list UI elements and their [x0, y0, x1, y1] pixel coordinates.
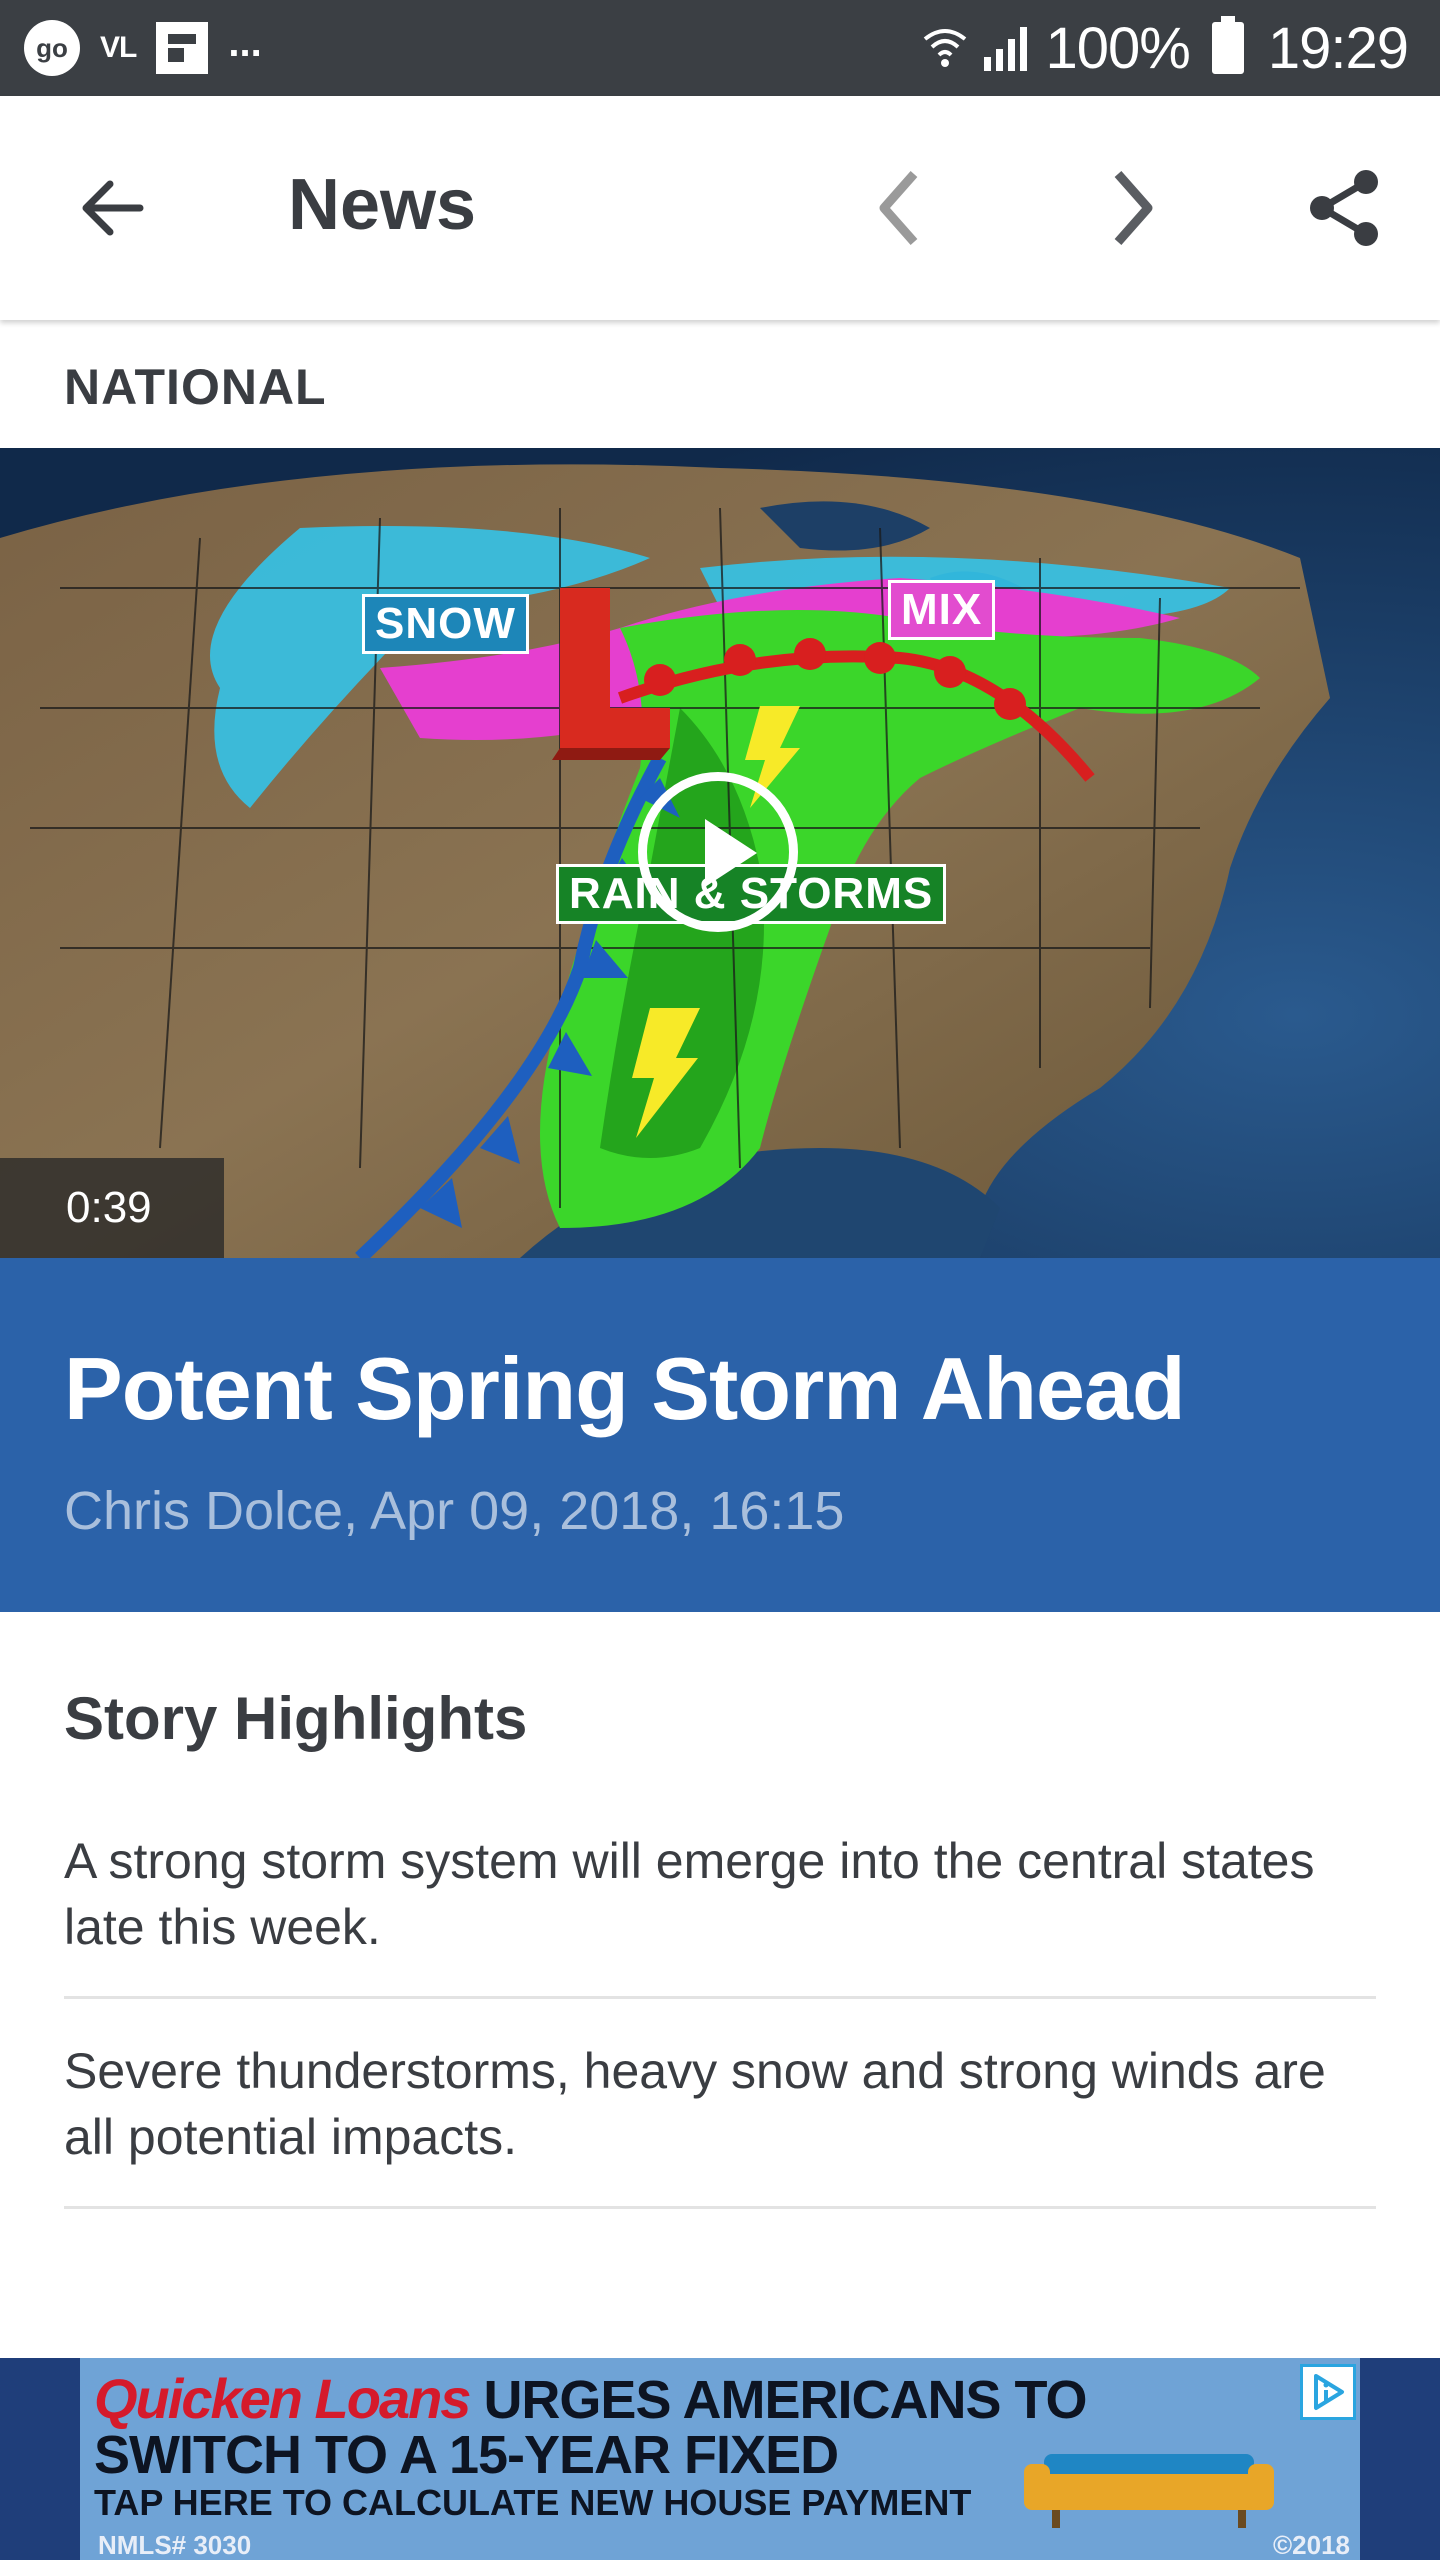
- app-toolbar: News: [0, 96, 1440, 320]
- highlight-item: A strong storm system will emerge into t…: [64, 1833, 1315, 1955]
- ad-nmls: NMLS# 3030: [98, 2530, 252, 2560]
- story-highlights-title: Story Highlights: [64, 1685, 528, 1752]
- divider: [64, 2206, 1376, 2209]
- section-label: NATIONAL: [64, 359, 327, 415]
- ad-choices-arrow-icon: [1314, 2374, 1344, 2410]
- chevron-left-icon: [879, 171, 918, 245]
- ad-line-1: Quicken Loans URGES AMERICANS TO: [94, 2366, 1088, 2431]
- divider: [64, 1996, 1376, 1999]
- play-button[interactable]: [638, 772, 798, 932]
- ad-copyright: ©2018: [1273, 2530, 1350, 2560]
- arrow-left-icon: [82, 180, 144, 236]
- go-app-icon: go: [24, 20, 80, 76]
- wifi-icon: [923, 29, 966, 67]
- vl-app-icon: VL: [100, 31, 137, 64]
- previous-article-button[interactable]: [850, 158, 950, 258]
- system-indicators: 100% 19:29: [922, 12, 1409, 84]
- article-byline: Chris Dolce, Apr 09, 2018, 16:15: [64, 1481, 845, 1541]
- more-notifications-icon: ...: [228, 20, 262, 65]
- article-headline: Potent Spring Storm Ahead: [64, 1339, 1186, 1438]
- ad-banner[interactable]: Quicken Loans URGES AMERICANS TO SWITCH T…: [80, 2358, 1360, 2560]
- notification-icons: go VL ...: [24, 16, 262, 80]
- flipboard-icon: [156, 22, 209, 74]
- ad-headline-2: SWITCH TO A 15-YEAR FIXED: [94, 2425, 839, 2485]
- ad-container: Quicken Loans URGES AMERICANS TO SWITCH T…: [0, 2358, 1440, 2560]
- back-button[interactable]: [62, 158, 162, 258]
- share-button[interactable]: [1294, 158, 1394, 258]
- page-title: News: [288, 165, 477, 245]
- battery-icon: [1211, 16, 1244, 74]
- video-duration: 0:39: [0, 1158, 224, 1258]
- video-player[interactable]: SNOW MIX RAIN & STORMS 0:39: [0, 448, 1440, 1258]
- chevron-right-icon: [1114, 171, 1153, 245]
- ad-headline-1: URGES AMERICANS TO: [483, 2370, 1087, 2430]
- share-icon: [1310, 170, 1378, 246]
- status-bar: go VL ... 100% 19:29: [0, 0, 1440, 96]
- ad-subline: TAP HERE TO CALCULATE NEW HOUSE PAYMENT: [94, 2482, 972, 2523]
- clock: 19:29: [1267, 15, 1409, 81]
- sofa-image: [1024, 2454, 1274, 2528]
- ad-brand: Quicken Loans: [94, 2367, 471, 2430]
- map-label-snow: SNOW: [362, 594, 529, 654]
- headline-band: Potent Spring Storm Ahead Chris Dolce, A…: [0, 1258, 1440, 1612]
- next-article-button[interactable]: [1082, 158, 1182, 258]
- map-label-mix: MIX: [888, 580, 996, 640]
- highlight-item: Severe thunderstorms, heavy snow and str…: [64, 2043, 1326, 2165]
- signal-icon: [983, 27, 1027, 71]
- battery-percentage: 100%: [1045, 15, 1191, 81]
- ad-choices-icon[interactable]: [1300, 2364, 1356, 2420]
